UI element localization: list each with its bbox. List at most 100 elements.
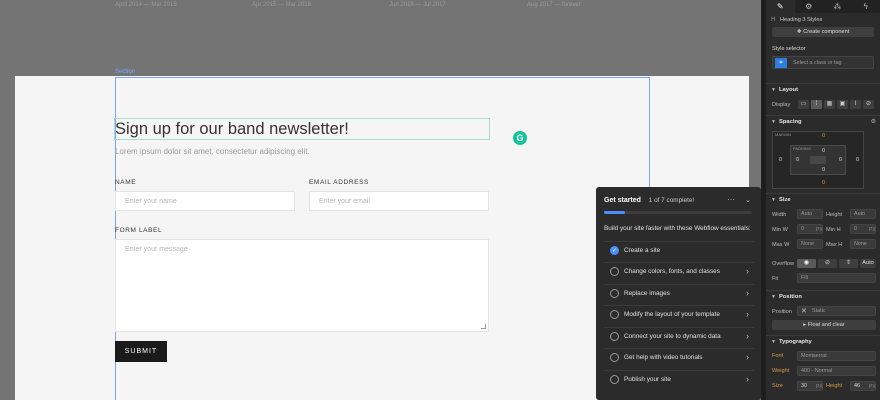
margin-label: MARGIN xyxy=(775,132,791,137)
chevron-right-icon: › xyxy=(746,352,749,362)
checklist-item-label: Get help with video tutorials xyxy=(624,354,703,361)
checklist-item-label: Change colors, fonts, and classes xyxy=(624,268,720,275)
circle-icon xyxy=(610,375,619,384)
checklist-item-label: Publish your site xyxy=(624,376,671,383)
checklist-item-label: Replace images xyxy=(624,290,670,297)
display-inline-block-icon[interactable]: ▣ xyxy=(837,100,848,109)
lightning-icon[interactable]: ϟ xyxy=(852,0,880,13)
create-component-label: Create component xyxy=(803,29,850,35)
checklist-item[interactable]: Replace images › xyxy=(604,284,754,302)
overflow-hidden-icon[interactable]: ⊘ xyxy=(818,259,837,268)
checklist-item[interactable]: Get help with video tutorials › xyxy=(604,348,754,366)
checklist-item[interactable]: Modify the layout of your template › xyxy=(604,305,754,323)
padding-top-value[interactable]: 0 xyxy=(822,148,825,154)
checklist-item[interactable]: Connect your site to dynamic data › xyxy=(604,327,754,345)
overflow-auto-button[interactable]: Auto xyxy=(860,259,876,268)
resize-grip-icon[interactable] xyxy=(481,324,486,329)
heading-element-icon: H xyxy=(771,17,776,23)
element-label: Heading 3 Styles xyxy=(780,17,823,23)
caret-down-icon: ▼ xyxy=(771,197,776,203)
display-block-icon[interactable]: ▭ xyxy=(798,100,809,109)
chevron-right-icon: › xyxy=(746,309,749,319)
panel-tabs: ✎ ⚙ ⁂ ϟ xyxy=(766,0,880,13)
circle-icon xyxy=(610,353,619,362)
display-grid-icon[interactable]: ▦ xyxy=(824,100,835,109)
style-selector-label: Style selector xyxy=(772,46,806,52)
chevron-down-icon[interactable]: ⌄ xyxy=(745,196,751,204)
newsletter-heading[interactable]: Sign up for our band newsletter! xyxy=(115,120,349,139)
chevron-right-icon: › xyxy=(746,266,749,276)
style-selector-input[interactable]: ⌗ Select a class or tag xyxy=(772,56,874,69)
timeline-date: Jun 2016 — Jul 2017 xyxy=(389,2,446,8)
size-section-header[interactable]: ▼ Size xyxy=(766,193,880,205)
display-label: Display xyxy=(772,102,791,108)
selection-tag: Section xyxy=(115,69,136,75)
message-placeholder: Enter your message xyxy=(125,246,188,253)
timeline-date: Aug 2017 — forever xyxy=(527,2,581,8)
float-clear-button[interactable]: ▸ Float and clear xyxy=(772,320,876,330)
layout-section-header[interactable]: ▼ Layout xyxy=(766,83,880,95)
margin-top-value[interactable]: 0 xyxy=(822,133,825,139)
margin-right-value[interactable]: 0 xyxy=(856,157,859,163)
padding-bottom-value[interactable]: 0 xyxy=(822,167,825,173)
checklist-subtitle: Build your site faster with these Webflo… xyxy=(604,225,751,232)
section-title: Position xyxy=(779,294,802,300)
message-textarea[interactable]: Enter your message xyxy=(115,239,489,332)
grammarly-icon[interactable]: G xyxy=(513,131,527,145)
padding-right-value[interactable]: 0 xyxy=(839,157,842,163)
name-input[interactable]: Enter your name xyxy=(115,191,295,211)
checklist-progress-label: 1 of 7 complete! xyxy=(648,197,695,204)
margin-left-value[interactable]: 0 xyxy=(779,157,782,163)
style-selector-placeholder: Select a class or tag xyxy=(793,60,842,66)
circle-icon xyxy=(610,267,619,276)
section-title: Size xyxy=(779,197,791,203)
gear-icon[interactable]: ⚙ xyxy=(795,0,824,13)
display-none-icon[interactable]: ⊘ xyxy=(863,100,874,109)
newsletter-subtitle[interactable]: Lorem ipsum dolor sit amet, consectetur … xyxy=(115,147,310,156)
submit-button[interactable]: SUBMIT xyxy=(115,341,167,362)
margin-bottom-value[interactable]: 0 xyxy=(822,180,825,186)
checklist-progress-bar xyxy=(604,211,752,214)
checklist-item[interactable]: Publish your site › xyxy=(604,370,754,388)
checklist-item-label: Connect your site to dynamic data xyxy=(624,333,721,340)
content-box xyxy=(810,156,826,164)
section-title: Typography xyxy=(779,339,812,345)
more-options-icon[interactable]: ··· xyxy=(727,195,735,204)
overflow-scroll-icon[interactable]: ⇕ xyxy=(839,259,858,268)
get-started-checklist: Get started 1 of 7 complete! ··· ⌄ Build… xyxy=(596,187,761,400)
checklist-item[interactable]: Change colors, fonts, and classes › xyxy=(604,262,754,280)
typography-section-header[interactable]: ▼ Typography xyxy=(766,335,880,347)
chevron-right-icon: › xyxy=(746,374,749,384)
checklist-progress-fill xyxy=(604,211,625,214)
spacing-section-header[interactable]: ▼ Spacing ⚙ xyxy=(766,115,880,127)
caret-down-icon: ▼ xyxy=(771,119,776,125)
circle-icon xyxy=(610,332,619,341)
checklist-item[interactable]: ✓ Create a site xyxy=(604,241,754,259)
padding-label: PADDING xyxy=(793,146,811,151)
checklist-item-label: Modify the layout of your template xyxy=(624,311,720,318)
paintbrush-icon[interactable]: ✎ xyxy=(766,0,795,13)
interactions-icon[interactable]: ⁂ xyxy=(823,0,852,13)
chevron-right-icon: › xyxy=(746,331,749,341)
circle-icon xyxy=(610,289,619,298)
spacing-settings-icon[interactable]: ⚙ xyxy=(871,118,876,125)
position-section-header[interactable]: ▼ Position xyxy=(766,290,880,302)
checkmark-icon: ✓ xyxy=(610,246,619,255)
email-input[interactable]: Enter your email xyxy=(309,191,489,211)
circle-icon xyxy=(610,310,619,319)
create-component-button[interactable]: ❖ Create component xyxy=(772,27,874,37)
overflow-visible-icon[interactable]: ◉ xyxy=(797,259,816,268)
checklist-item-label: Create a site xyxy=(624,247,661,254)
display-flex-icon[interactable]: ⁞ xyxy=(811,100,822,109)
message-label: FORM LABEL xyxy=(115,227,163,234)
section-title: Layout xyxy=(779,87,799,93)
display-inline-icon[interactable]: I xyxy=(850,100,861,109)
timeline-date: April 2014 — Mar 2015 xyxy=(115,2,177,8)
email-label: EMAIL ADDRESS xyxy=(309,179,369,186)
caret-down-icon: ▼ xyxy=(771,294,776,300)
section-title: Spacing xyxy=(779,119,802,125)
name-label: NAME xyxy=(115,179,137,186)
chevron-right-icon: › xyxy=(746,288,749,298)
tag-icon: ⌗ xyxy=(775,58,787,68)
padding-left-value[interactable]: 0 xyxy=(796,157,799,163)
